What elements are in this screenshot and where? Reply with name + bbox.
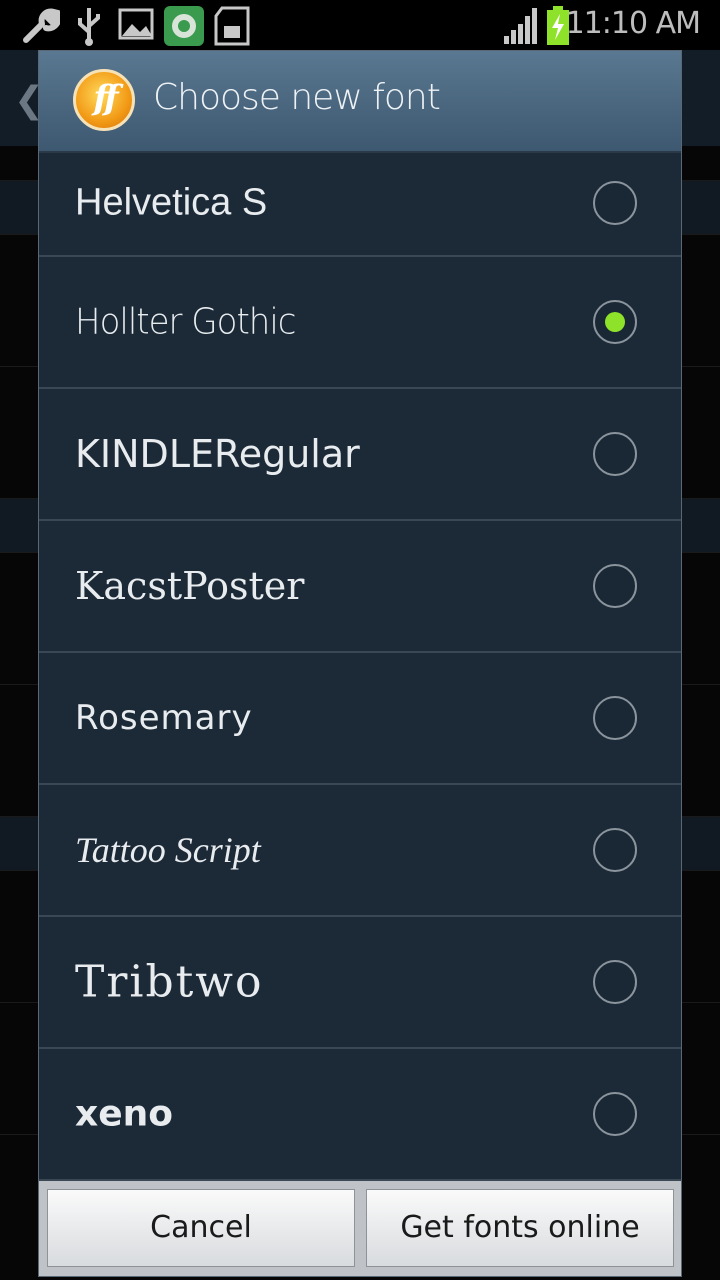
status-time: 11:10 AM (565, 6, 701, 41)
radio-button[interactable] (593, 696, 637, 740)
radio-button[interactable] (593, 960, 637, 1004)
choose-font-dialog: ff Choose new font Helvetica S Hollter G… (38, 50, 682, 1277)
font-option-tattoo-script[interactable]: Tattoo Script (39, 785, 681, 917)
font-option-rosemary[interactable]: Rosemary (39, 653, 681, 785)
font-option-label: KINDLERegular (75, 432, 360, 476)
font-option-label: Tattoo Script (75, 830, 261, 870)
font-option-helvetica-s[interactable]: Helvetica S (39, 151, 681, 257)
radio-button[interactable] (593, 181, 637, 225)
dialog-button-bar: Cancel Get fonts online (39, 1181, 681, 1276)
radio-button[interactable] (593, 828, 637, 872)
cancel-button[interactable]: Cancel (47, 1189, 355, 1267)
radio-button-selected[interactable] (593, 300, 637, 344)
dialog-header: ff Choose new font (39, 51, 681, 153)
font-option-hollter-gothic[interactable]: Hollter Gothic (39, 257, 681, 389)
radio-button[interactable] (593, 1092, 637, 1136)
font-list: Helvetica S Hollter Gothic KINDLERegular… (39, 151, 681, 1181)
usb-icon (78, 8, 100, 46)
font-option-tribtwo[interactable]: Tribtwo (39, 917, 681, 1049)
font-option-label: Tribtwo (75, 956, 264, 1008)
font-option-kindleregular[interactable]: KINDLERegular (39, 389, 681, 521)
font-option-label: Helvetica S (75, 181, 268, 224)
signal-icon (504, 8, 537, 44)
font-option-kacstposter[interactable]: KacstPoster (39, 521, 681, 653)
get-fonts-online-button[interactable]: Get fonts online (366, 1189, 674, 1267)
sd-card-icon (214, 6, 250, 46)
app-notification-icon (164, 6, 204, 46)
logo-text: ff (93, 78, 118, 118)
radio-button[interactable] (593, 432, 637, 476)
font-option-label: KacstPoster (75, 564, 305, 608)
wrench-icon (23, 8, 60, 43)
radio-button[interactable] (593, 564, 637, 608)
font-option-label: xeno (75, 1093, 173, 1135)
font-option-label: Hollter Gothic (75, 301, 296, 343)
font-option-label: Rosemary (75, 698, 253, 738)
font-option-xeno[interactable]: xeno (39, 1049, 681, 1181)
status-bar: 11:10 AM (0, 0, 720, 50)
dialog-title: Choose new font (153, 77, 441, 118)
image-icon (118, 8, 154, 40)
app-logo-icon: ff (73, 69, 135, 131)
